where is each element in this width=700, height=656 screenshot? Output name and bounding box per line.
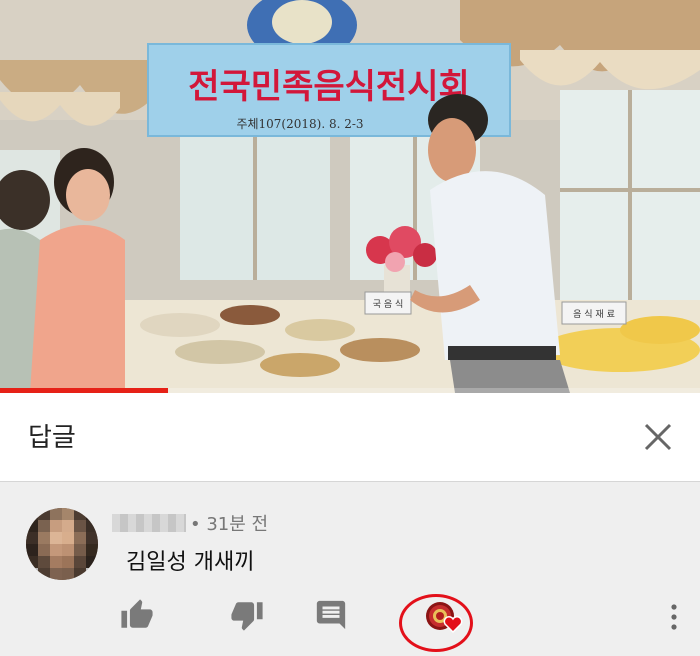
comment-item: • 31분 전 김일성 개새끼	[0, 482, 700, 656]
author-name-blurred[interactable]	[112, 514, 186, 532]
thumbs-up-icon[interactable]	[120, 598, 154, 632]
comment-time: • 31분 전	[190, 514, 269, 535]
sign-right: 음 식 재 료	[573, 309, 615, 320]
avatar[interactable]	[26, 508, 98, 580]
sign-left: 국 음 식	[373, 299, 404, 310]
banner-title: 전국민족음식전시회	[188, 67, 470, 107]
video-frame: 전국민족음식전시회 주체107(2018). 8. 2-3 국 음 식 음 식 …	[0, 0, 700, 393]
thumbs-down-icon[interactable]	[230, 598, 264, 632]
replies-header: 답글	[0, 393, 700, 482]
video-player[interactable]: 전국민족음식전시회 주체107(2018). 8. 2-3 국 음 식 음 식 …	[0, 0, 700, 393]
more-vert-icon[interactable]	[664, 600, 684, 634]
comment-meta: • 31분 전	[112, 510, 268, 536]
close-icon[interactable]	[638, 417, 678, 457]
comment-text: 김일성 개새끼	[126, 550, 255, 575]
panel-title: 답글	[28, 423, 76, 453]
comment-actions	[0, 586, 700, 646]
comment-icon[interactable]	[314, 598, 348, 632]
banner-subtitle: 주체107(2018). 8. 2-3	[236, 117, 363, 131]
highlight-circle	[399, 594, 473, 652]
